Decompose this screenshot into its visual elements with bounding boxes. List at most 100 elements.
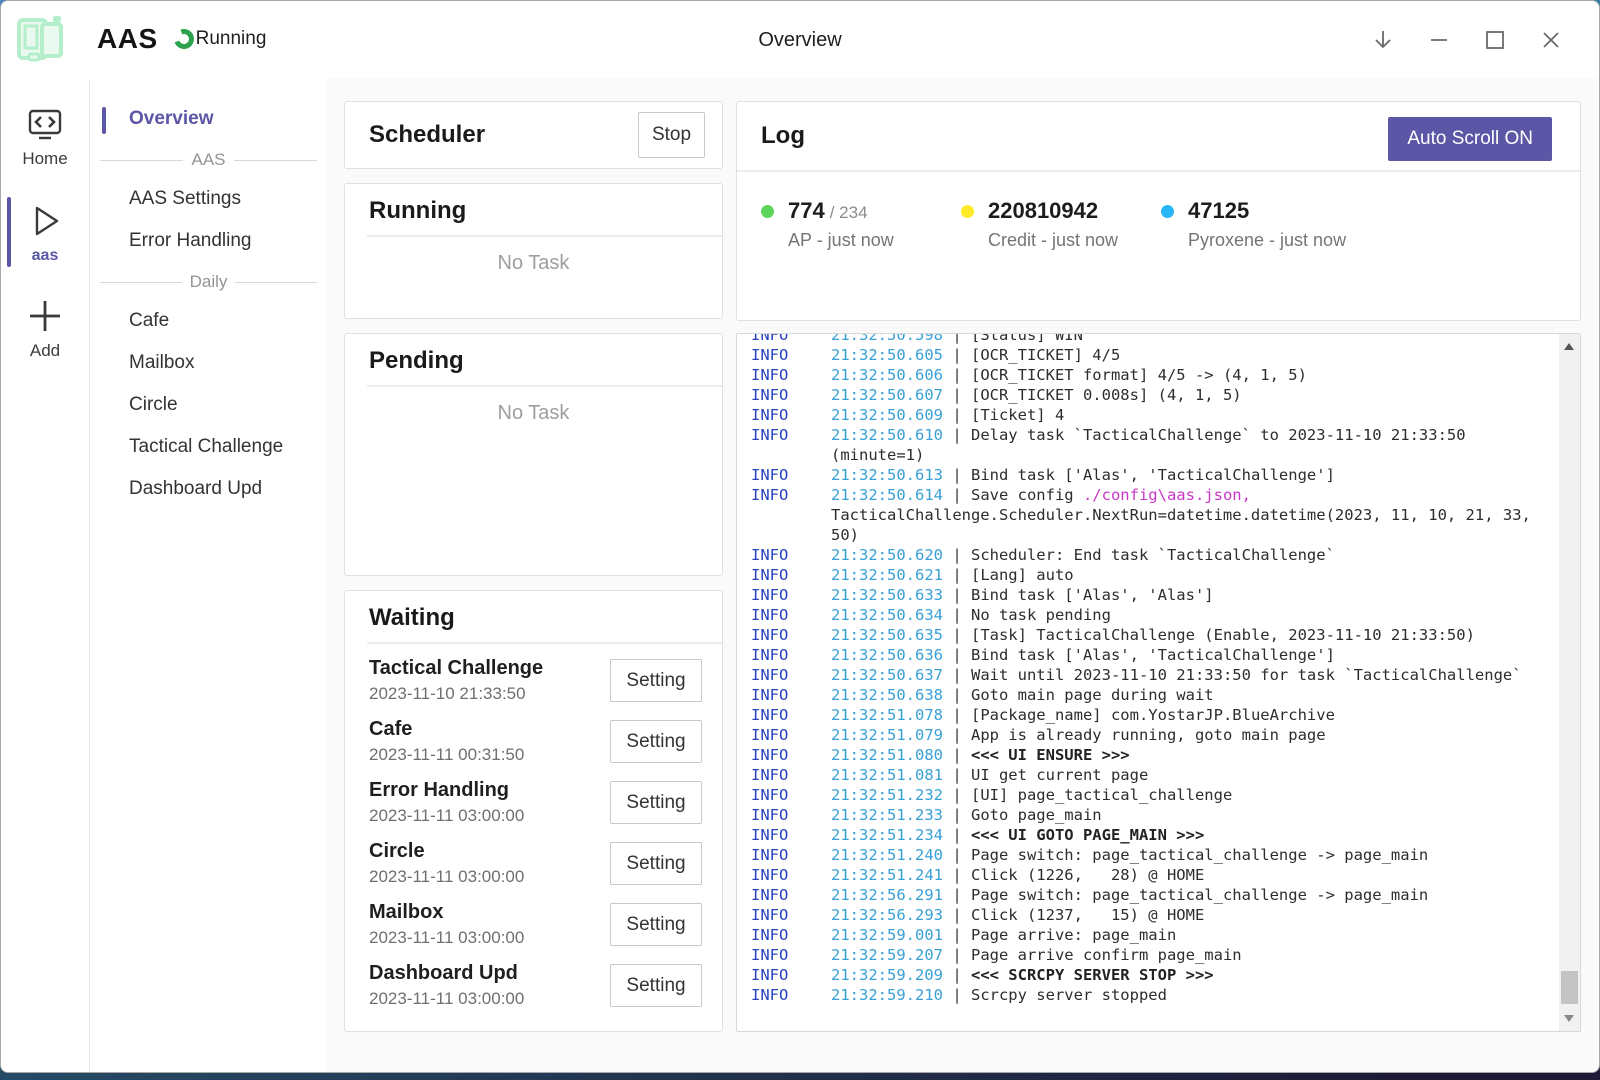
waiting-list: Tactical Challenge2023-11-10 21:33:50 Set… — [345, 644, 722, 1016]
stat-value: 220810942 — [988, 198, 1098, 223]
running-spinner-icon — [170, 26, 197, 53]
main-content: Scheduler Stop Running No Task Pending N… — [327, 79, 1599, 1072]
setting-button-dashboard-upd[interactable]: Setting — [610, 964, 702, 1007]
rail-item-aas[interactable]: aas — [1, 193, 89, 275]
task-name: Error Handling — [369, 779, 524, 802]
stop-button[interactable]: Stop — [638, 112, 705, 158]
maximize-icon[interactable] — [1480, 26, 1509, 55]
minimize-icon[interactable] — [1424, 26, 1453, 55]
waiting-task-circle: Circle2023-11-11 03:00:00 Setting — [369, 833, 702, 894]
stat-label: AP - just now — [788, 230, 894, 251]
log-line: INFO21:32:50.635 | [Task] TacticalChalle… — [751, 625, 1546, 645]
task-name: Dashboard Upd — [369, 962, 524, 985]
log-line: INFO21:32:50.606 | [OCR_TICKET format] 4… — [751, 365, 1546, 385]
scheduler-status: Running — [196, 28, 267, 50]
log-line: INFO21:32:50.637 | Wait until 2023-11-10… — [751, 665, 1546, 685]
log-line: INFO21:32:50.609 | [Ticket] 4 — [751, 405, 1546, 425]
rail-item-home[interactable]: Home — [1, 99, 89, 179]
running-title: Running — [369, 197, 722, 225]
log-line: INFO21:32:50.607 | [OCR_TICKET 0.008s] (… — [751, 385, 1546, 405]
nav-item-dashboard-upd[interactable]: Dashboard Upd — [90, 469, 327, 511]
log-line: INFO21:32:59.001 | Page arrive: page_mai… — [751, 925, 1546, 945]
app-name: AAS — [97, 23, 158, 55]
rail-item-add[interactable]: Add — [1, 289, 89, 371]
stat-dot-icon — [961, 205, 974, 218]
waiting-task-mailbox: Mailbox2023-11-11 03:00:00 Setting — [369, 894, 702, 955]
waiting-task-dashboard-upd: Dashboard Upd 2023-11-11 03:00:00 Setting — [369, 955, 702, 1016]
task-name: Cafe — [369, 718, 524, 741]
scheduler-card: Scheduler Stop — [344, 101, 723, 169]
brand: AAS Running — [9, 8, 266, 70]
setting-button-mailbox[interactable]: Setting — [610, 903, 702, 946]
log-line: INFO21:32:51.078 | [Package_name] com.Yo… — [751, 705, 1546, 725]
title-bar: AAS Running Overview — [1, 1, 1599, 79]
nav-item-aas-settings[interactable]: AAS Settings — [90, 179, 327, 221]
app-logo-icon — [9, 8, 71, 70]
scheduler-title: Scheduler — [369, 121, 485, 149]
arrow-down-icon[interactable] — [1368, 26, 1397, 55]
nav-item-error-handling[interactable]: Error Handling — [90, 221, 327, 263]
scroll-up-icon[interactable] — [1564, 343, 1574, 350]
log-scrollbar[interactable] — [1559, 334, 1580, 1031]
log-card: Log Auto Scroll ON 774/ 234AP - just now… — [736, 101, 1581, 321]
waiting-task-cafe: Cafe 2023-11-11 00:31:50 Setting — [369, 711, 702, 772]
log-line: INFO21:32:56.293 | Click (1237, 15) @ HO… — [751, 905, 1546, 925]
waiting-task-info: Tactical Challenge2023-11-10 21:33:50 — [369, 657, 543, 704]
log-line: INFO21:32:50.638 | Goto main page during… — [751, 685, 1546, 705]
running-card: Running No Task — [344, 183, 723, 319]
close-icon[interactable] — [1536, 26, 1565, 55]
task-next-run: 2023-11-11 03:00:00 — [369, 806, 524, 826]
log-output[interactable]: INFO21:32:50.598 | [Status] WININFO21:32… — [736, 333, 1581, 1032]
waiting-task-info: Mailbox2023-11-11 03:00:00 — [369, 901, 524, 948]
log-line: INFO21:32:51.241 | Click (1226, 28) @ HO… — [751, 865, 1546, 885]
task-next-run: 2023-11-11 03:00:00 — [369, 989, 524, 1009]
nav-item-mailbox[interactable]: Mailbox — [90, 343, 327, 385]
nav-item-cafe[interactable]: Cafe — [90, 301, 327, 343]
log-line: INFO21:32:51.234 | <<< UI GOTO PAGE_MAIN… — [751, 825, 1546, 845]
log-line: INFO21:32:51.232 | [UI] page_tactical_ch… — [751, 785, 1546, 805]
setting-button-circle[interactable]: Setting — [610, 842, 702, 885]
stat-credit: 220810942 Credit - just now — [961, 198, 1161, 251]
setting-button-cafe[interactable]: Setting — [610, 720, 702, 763]
nav-item-tactical-challenge[interactable]: Tactical Challenge — [90, 427, 327, 469]
setting-button-tactical-challenge[interactable]: Setting — [610, 659, 702, 702]
log-line: INFO21:32:50.633 | Bind task ['Alas', 'A… — [751, 585, 1546, 605]
nav-section-aas: AAS — [90, 141, 327, 179]
app-window: AAS Running Overview — [0, 0, 1600, 1073]
log-line: INFO21:32:56.291 | Page switch: page_tac… — [751, 885, 1546, 905]
stat-label: Credit - just now — [988, 230, 1118, 251]
log-line: INFO21:32:50.634 | No task pending — [751, 605, 1546, 625]
pending-card: Pending No Task — [344, 333, 723, 576]
log-column: Log Auto Scroll ON 774/ 234AP - just now… — [736, 101, 1581, 1032]
waiting-title: Waiting — [369, 604, 722, 632]
stat-pyroxene: 47125Pyroxene - just now — [1161, 198, 1361, 251]
log-line: INFO21:32:59.207 | Page arrive confirm p… — [751, 945, 1546, 965]
log-line: INFO21:32:50.620 | Scheduler: End task `… — [751, 545, 1546, 565]
log-line: INFO21:32:50.636 | Bind task ['Alas', 'T… — [751, 645, 1546, 665]
scroll-down-icon[interactable] — [1564, 1015, 1574, 1022]
play-icon — [25, 201, 65, 241]
task-name: Mailbox — [369, 901, 524, 924]
task-next-run: 2023-11-11 00:31:50 — [369, 745, 524, 765]
scheduler-column: Scheduler Stop Running No Task Pending N… — [344, 101, 723, 1032]
log-line: INFO21:32:51.240 | Page switch: page_tac… — [751, 845, 1546, 865]
stat-label: Pyroxene - just now — [1188, 230, 1346, 251]
nav-item-overview[interactable]: Overview — [90, 99, 327, 141]
log-line: INFO21:32:51.080 | <<< UI ENSURE >>> — [751, 745, 1546, 765]
waiting-task-info: Error Handling 2023-11-11 03:00:00 — [369, 779, 524, 826]
nav-item-circle[interactable]: Circle — [90, 385, 327, 427]
log-stats: 774/ 234AP - just now220810942Credit - j… — [737, 172, 1580, 251]
code-monitor-icon — [25, 107, 65, 143]
log-line: INFO21:32:59.210 | Scrcpy server stopped — [751, 985, 1546, 1005]
setting-button-error-handling[interactable]: Setting — [610, 781, 702, 824]
task-name: Tactical Challenge — [369, 657, 543, 680]
auto-scroll-button[interactable]: Auto Scroll ON — [1388, 117, 1552, 161]
nav-list: OverviewAASAAS SettingsError HandlingDai… — [90, 79, 327, 1072]
log-title: Log — [761, 122, 805, 150]
log-line: INFO21:32:50.613 | Bind task ['Alas', 'T… — [751, 465, 1546, 485]
task-next-run: 2023-11-11 03:00:00 — [369, 867, 524, 887]
waiting-task-info: Circle2023-11-11 03:00:00 — [369, 840, 524, 887]
scrollbar-thumb[interactable] — [1561, 971, 1578, 1004]
window-controls — [1368, 1, 1565, 79]
log-line: INFO21:32:51.079 | App is already runnin… — [751, 725, 1546, 745]
